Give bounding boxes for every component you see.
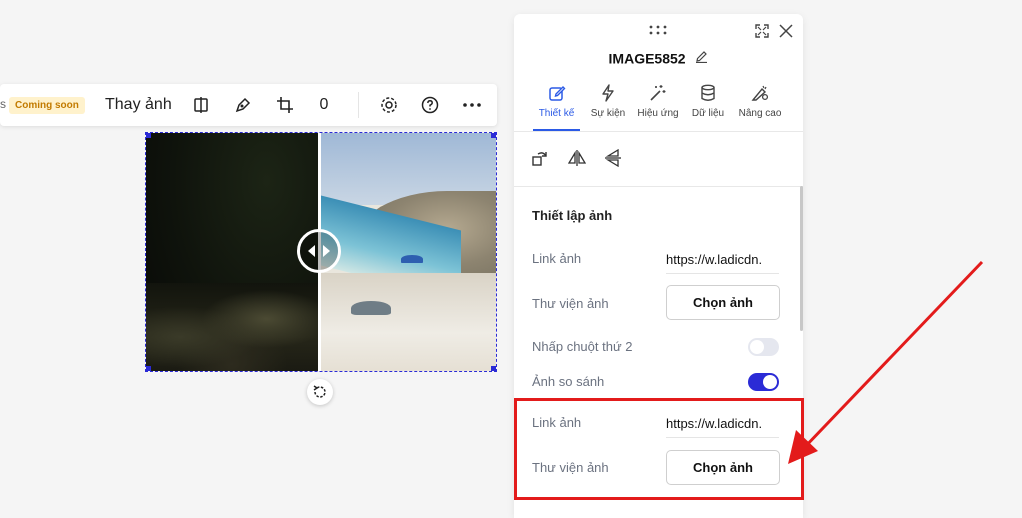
arrow-left-icon bbox=[308, 245, 315, 257]
after-image-beach bbox=[321, 273, 496, 371]
gear-icon[interactable] bbox=[380, 84, 398, 126]
tab-events[interactable]: Sự kiện bbox=[586, 82, 630, 130]
resize-handle[interactable] bbox=[146, 133, 151, 138]
toggle-knob bbox=[763, 375, 777, 389]
flip-horizontal-icon[interactable] bbox=[567, 149, 587, 167]
replace-image-button[interactable]: Thay ảnh bbox=[105, 84, 172, 126]
layout-icon[interactable] bbox=[192, 84, 210, 126]
before-image bbox=[146, 133, 318, 371]
edit-title-icon[interactable] bbox=[695, 50, 708, 66]
resize-handle[interactable] bbox=[146, 366, 151, 371]
drag-handle-icon[interactable] bbox=[649, 22, 667, 38]
expand-icon[interactable] bbox=[755, 24, 769, 43]
compare-slider-handle[interactable] bbox=[297, 229, 341, 273]
tab-advanced-label: Nâng cao bbox=[738, 108, 782, 119]
panel-tabs: Thiết kế Sự kiện Hiệu ứng Dữ liệu Nâng c… bbox=[514, 82, 803, 132]
arrow-right-icon bbox=[323, 245, 330, 257]
divider bbox=[514, 131, 803, 132]
toolbar-cut-text: s bbox=[0, 97, 6, 111]
badge-label: Coming soon bbox=[9, 96, 85, 114]
compare-image-toggle[interactable] bbox=[748, 373, 779, 391]
compare-image-label: Ảnh so sánh bbox=[532, 374, 605, 389]
tab-design[interactable]: Thiết kế bbox=[533, 82, 580, 130]
count-text: 0 bbox=[319, 96, 329, 113]
beach-umbrella bbox=[351, 301, 391, 315]
crop-icon[interactable] bbox=[276, 84, 294, 126]
tab-effects-label: Hiệu ứng bbox=[637, 108, 679, 119]
element-title: IMAGE5852 bbox=[514, 49, 803, 66]
app-canvas: s Coming soon Thay ảnh 0 IMAGE5852 Thiết… bbox=[0, 0, 1022, 518]
database-icon bbox=[700, 82, 716, 104]
beach-umbrella bbox=[401, 255, 423, 263]
after-image bbox=[321, 133, 496, 371]
divider bbox=[514, 186, 803, 187]
tab-design-label: Thiết kế bbox=[538, 108, 575, 119]
image-library-label: Thư viện ảnh bbox=[532, 296, 609, 311]
second-click-toggle[interactable] bbox=[748, 338, 779, 356]
edit-icon bbox=[548, 82, 566, 104]
image-link-input[interactable]: https://w.ladicdn. bbox=[666, 252, 779, 274]
before-image-rocks bbox=[146, 283, 318, 371]
resize-handle[interactable] bbox=[491, 366, 496, 371]
tab-data[interactable]: Dữ liệu bbox=[689, 82, 727, 130]
image-link-label: Link ảnh bbox=[532, 251, 582, 266]
highlight-box bbox=[514, 398, 804, 500]
pen-icon[interactable] bbox=[234, 84, 252, 126]
element-toolbar: s Coming soon Thay ảnh 0 bbox=[0, 84, 497, 126]
rotate-button[interactable] bbox=[307, 379, 333, 405]
coming-soon-badge: Coming soon bbox=[9, 84, 85, 126]
count-value[interactable]: 0 bbox=[318, 84, 330, 126]
rotate-icon[interactable] bbox=[532, 149, 550, 167]
rotate-icon bbox=[313, 385, 326, 398]
resize-handle[interactable] bbox=[491, 133, 496, 138]
tab-events-label: Sự kiện bbox=[590, 108, 626, 119]
flip-vertical-icon[interactable] bbox=[604, 148, 622, 168]
tab-data-label: Dữ liệu bbox=[691, 108, 725, 119]
tab-advanced[interactable]: Nâng cao bbox=[736, 82, 784, 130]
close-icon[interactable] bbox=[779, 22, 793, 43]
element-title-text: IMAGE5852 bbox=[608, 50, 686, 67]
tab-effects[interactable]: Hiệu ứng bbox=[634, 82, 682, 130]
section-title: Thiết lập ảnh bbox=[532, 208, 613, 223]
help-icon[interactable] bbox=[421, 84, 439, 126]
lightning-icon bbox=[600, 82, 616, 104]
annotation-arrow bbox=[788, 260, 984, 464]
toggle-knob bbox=[750, 340, 764, 354]
more-icon[interactable] bbox=[462, 84, 482, 126]
second-click-label: Nhấp chuột thứ 2 bbox=[532, 339, 633, 354]
magic-wand-icon bbox=[649, 82, 667, 104]
replace-image-label: Thay ảnh bbox=[105, 96, 172, 113]
choose-image-button[interactable]: Chọn ảnh bbox=[666, 285, 780, 320]
transform-tools bbox=[532, 148, 622, 168]
advanced-settings-icon bbox=[751, 82, 769, 104]
toolbar-divider bbox=[358, 92, 359, 118]
